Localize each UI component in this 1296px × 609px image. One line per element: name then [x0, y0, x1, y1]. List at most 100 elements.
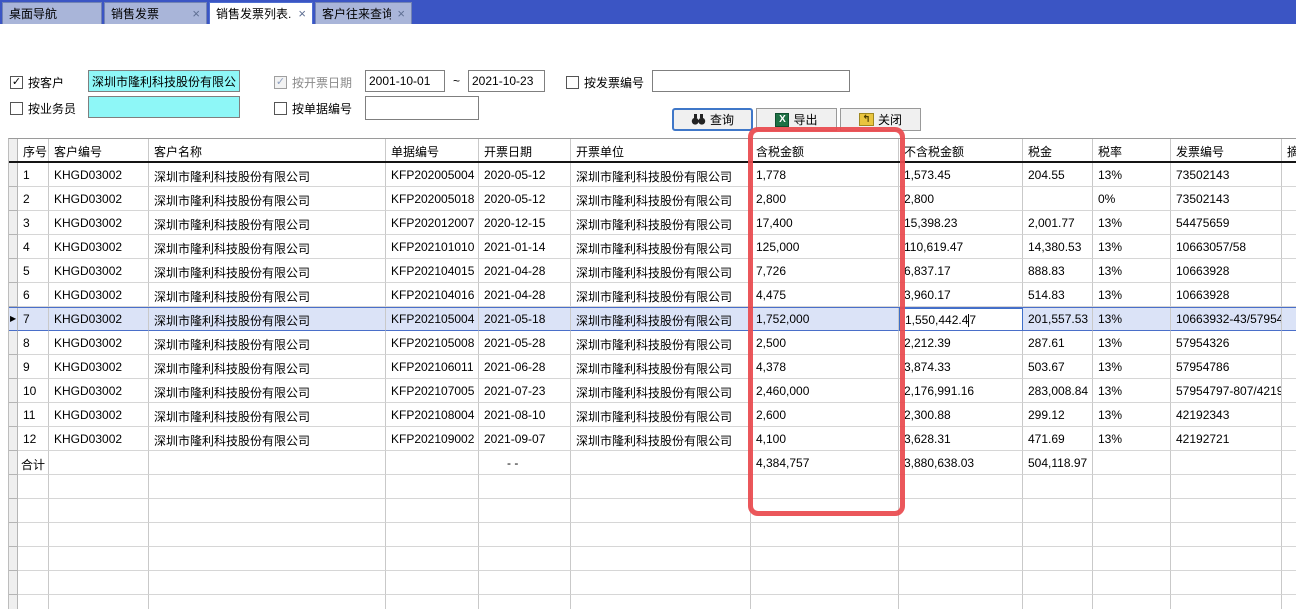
- cell-doc_no[interactable]: KFP202012007: [386, 211, 479, 235]
- cell-invoice_date[interactable]: 2021-09-07: [479, 427, 571, 451]
- column-header-amount_with_tax[interactable]: 含税金额: [751, 139, 899, 161]
- cell-invoice_no[interactable]: 57954786: [1171, 355, 1282, 379]
- column-header-doc_no[interactable]: 单据编号: [386, 139, 479, 161]
- cell-customer_name[interactable]: 深圳市隆利科技股份有限公司: [149, 427, 386, 451]
- doc-no-input[interactable]: [365, 96, 479, 120]
- table-row[interactable]: 4KHGD03002深圳市隆利科技股份有限公司KFP2021010102021-…: [9, 235, 1296, 259]
- row-marker[interactable]: [9, 355, 18, 379]
- cell-tax[interactable]: 201,557.53: [1023, 308, 1093, 331]
- cell-customer_name[interactable]: 深圳市隆利科技股份有限公司: [149, 379, 386, 403]
- salesman-input[interactable]: [88, 96, 240, 118]
- cell-amount_with_tax[interactable]: 7,726: [751, 259, 899, 283]
- cell-invoice_no[interactable]: 10663932-43/57954: [1171, 308, 1282, 331]
- cell-invoice_no[interactable]: 73502143: [1171, 163, 1282, 187]
- cell-doc_no[interactable]: KFP202109002: [386, 427, 479, 451]
- cell-customer_name[interactable]: 深圳市隆利科技股份有限公司: [149, 355, 386, 379]
- cell-tax[interactable]: 287.61: [1023, 331, 1093, 355]
- column-header-invoice_date[interactable]: 开票日期: [479, 139, 571, 161]
- cell-customer_name[interactable]: 深圳市隆利科技股份有限公司: [149, 187, 386, 211]
- table-row[interactable]: 8KHGD03002深圳市隆利科技股份有限公司KFP2021050082021-…: [9, 331, 1296, 355]
- table-row[interactable]: 2KHGD03002深圳市隆利科技股份有限公司KFP2020050182020-…: [9, 187, 1296, 211]
- table-row[interactable]: ▶7KHGD03002深圳市隆利科技股份有限公司KFP2021050042021…: [9, 307, 1296, 331]
- cell-amount_without_tax[interactable]: 3,628.31: [899, 427, 1023, 451]
- cell-invoice_unit[interactable]: 深圳市隆利科技股份有限公司: [571, 283, 751, 307]
- column-header-customer_code[interactable]: 客户编号: [49, 139, 149, 161]
- cell-tax_rate[interactable]: 13%: [1093, 235, 1171, 259]
- cell-amount_without_tax[interactable]: 15,398.23: [899, 211, 1023, 235]
- cell-seq[interactable]: 4: [18, 235, 49, 259]
- cell-doc_no[interactable]: KFP202105008: [386, 331, 479, 355]
- cell-partial[interactable]: [1282, 235, 1296, 259]
- cell-doc_no[interactable]: KFP202107005: [386, 379, 479, 403]
- cell-invoice_unit[interactable]: 深圳市隆利科技股份有限公司: [571, 355, 751, 379]
- tab-desktop-nav[interactable]: 桌面导航: [2, 2, 102, 24]
- cell-invoice_no[interactable]: 42192721: [1171, 427, 1282, 451]
- cell-amount_without_tax[interactable]: 110,619.47: [899, 235, 1023, 259]
- cell-invoice_date[interactable]: 2021-01-14: [479, 235, 571, 259]
- close-button[interactable]: ↰ 关闭: [840, 108, 921, 131]
- cell-invoice_unit[interactable]: 深圳市隆利科技股份有限公司: [571, 308, 751, 331]
- cell-invoice_no[interactable]: 73502143: [1171, 187, 1282, 211]
- column-header-partial[interactable]: 摘: [1282, 139, 1296, 161]
- cell-customer_code[interactable]: KHGD03002: [49, 187, 149, 211]
- cell-tax_rate[interactable]: 13%: [1093, 379, 1171, 403]
- cell-customer_name[interactable]: 深圳市隆利科技股份有限公司: [149, 163, 386, 187]
- cell-seq[interactable]: 5: [18, 259, 49, 283]
- cell-amount_without_tax[interactable]: 2,176,991.16: [899, 379, 1023, 403]
- cell-amount_with_tax[interactable]: 2,800: [751, 187, 899, 211]
- cell-invoice_unit[interactable]: 深圳市隆利科技股份有限公司: [571, 235, 751, 259]
- cell-tax_rate[interactable]: 13%: [1093, 211, 1171, 235]
- row-marker[interactable]: [9, 259, 18, 283]
- cell-doc_no[interactable]: KFP202104016: [386, 283, 479, 307]
- checkbox-by-customer[interactable]: ✓ 按客户: [10, 74, 64, 90]
- cell-tax_rate[interactable]: 13%: [1093, 308, 1171, 331]
- cell-seq[interactable]: 6: [18, 283, 49, 307]
- table-row[interactable]: 5KHGD03002深圳市隆利科技股份有限公司KFP2021040152021-…: [9, 259, 1296, 283]
- cell-amount_with_tax[interactable]: 2,460,000: [751, 379, 899, 403]
- cell-seq[interactable]: 2: [18, 187, 49, 211]
- cell-invoice_unit[interactable]: 深圳市隆利科技股份有限公司: [571, 187, 751, 211]
- cell-seq[interactable]: 12: [18, 427, 49, 451]
- cell-tax[interactable]: 503.67: [1023, 355, 1093, 379]
- checkbox-by-invoice-no[interactable]: 按发票编号: [566, 74, 644, 90]
- cell-invoice_no[interactable]: 10663928: [1171, 283, 1282, 307]
- row-marker[interactable]: [9, 379, 18, 403]
- cell-doc_no[interactable]: KFP202005004: [386, 163, 479, 187]
- cell-invoice_date[interactable]: 2021-06-28: [479, 355, 571, 379]
- cell-invoice_unit[interactable]: 深圳市隆利科技股份有限公司: [571, 331, 751, 355]
- cell-invoice_date[interactable]: 2021-04-28: [479, 283, 571, 307]
- tab-close-icon[interactable]: ×: [192, 7, 200, 20]
- cell-tax[interactable]: 283,008.84: [1023, 379, 1093, 403]
- table-row[interactable]: 1KHGD03002深圳市隆利科技股份有限公司KFP2020050042020-…: [9, 163, 1296, 187]
- invoice-no-input[interactable]: [652, 70, 850, 92]
- cell-tax_rate[interactable]: 13%: [1093, 427, 1171, 451]
- cell-customer_code[interactable]: KHGD03002: [49, 283, 149, 307]
- cell-customer_code[interactable]: KHGD03002: [49, 355, 149, 379]
- cell-tax[interactable]: 299.12: [1023, 403, 1093, 427]
- row-marker[interactable]: [9, 283, 18, 307]
- cell-amount_with_tax[interactable]: 4,100: [751, 427, 899, 451]
- cell-partial[interactable]: [1282, 283, 1296, 307]
- cell-invoice_no[interactable]: 54475659: [1171, 211, 1282, 235]
- cell-tax[interactable]: 888.83: [1023, 259, 1093, 283]
- cell-customer_code[interactable]: KHGD03002: [49, 235, 149, 259]
- cell-customer_name[interactable]: 深圳市隆利科技股份有限公司: [149, 235, 386, 259]
- cell-partial[interactable]: [1282, 331, 1296, 355]
- cell-amount_without_tax[interactable]: 2,800: [899, 187, 1023, 211]
- cell-tax[interactable]: [1023, 187, 1093, 211]
- cell-amount_without_tax[interactable]: 3,960.17: [899, 283, 1023, 307]
- tab-customer-transactions[interactable]: 客户往来查询... ×: [315, 2, 412, 24]
- cell-invoice_no[interactable]: 10663928: [1171, 259, 1282, 283]
- cell-customer_code[interactable]: KHGD03002: [49, 379, 149, 403]
- cell-amount_without_tax[interactable]: 6,837.17: [899, 259, 1023, 283]
- cell-partial[interactable]: [1282, 163, 1296, 187]
- cell-invoice_unit[interactable]: 深圳市隆利科技股份有限公司: [571, 163, 751, 187]
- cell-tax[interactable]: 204.55: [1023, 163, 1093, 187]
- date-to-input[interactable]: [468, 70, 545, 92]
- cell-seq[interactable]: 1: [18, 163, 49, 187]
- cell-tax_rate[interactable]: 0%: [1093, 187, 1171, 211]
- cell-partial[interactable]: [1282, 259, 1296, 283]
- cell-customer_code[interactable]: KHGD03002: [49, 331, 149, 355]
- cell-invoice_date[interactable]: 2020-12-15: [479, 211, 571, 235]
- cell-invoice_date[interactable]: 2021-07-23: [479, 379, 571, 403]
